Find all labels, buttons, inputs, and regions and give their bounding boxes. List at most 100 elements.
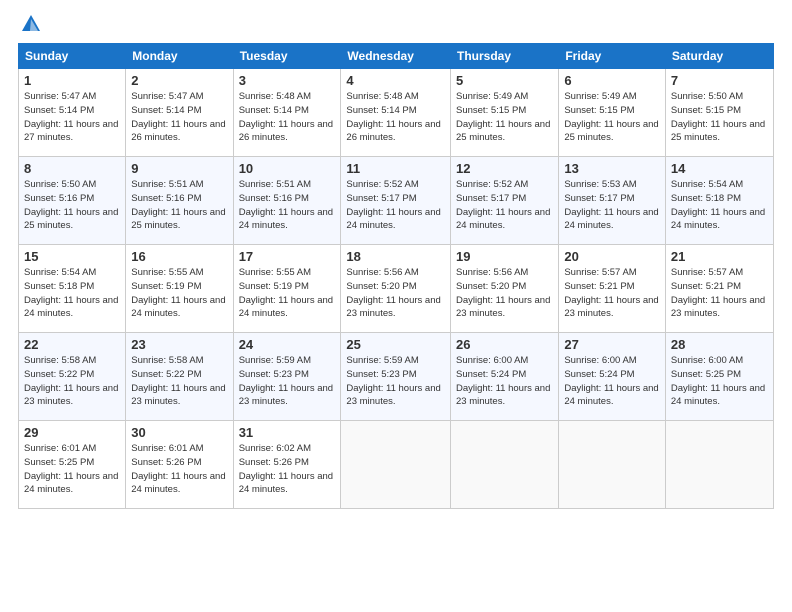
day-number: 8 <box>24 161 120 176</box>
table-row: 29 Sunrise: 6:01 AM Sunset: 5:25 PM Dayli… <box>19 421 126 509</box>
day-number: 5 <box>456 73 553 88</box>
table-row: 24 Sunrise: 5:59 AM Sunset: 5:23 PM Dayli… <box>233 333 341 421</box>
col-thursday: Thursday <box>451 44 559 69</box>
day-number: 26 <box>456 337 553 352</box>
table-row <box>665 421 773 509</box>
day-number: 27 <box>564 337 660 352</box>
day-number: 16 <box>131 249 227 264</box>
day-number: 31 <box>239 425 336 440</box>
day-number: 20 <box>564 249 660 264</box>
table-row <box>451 421 559 509</box>
day-info: Sunrise: 6:02 AM Sunset: 5:26 PM Dayligh… <box>239 442 336 497</box>
table-row: 2Sunrise: 5:47 AM Sunset: 5:14 PM Daylig… <box>126 69 233 157</box>
col-tuesday: Tuesday <box>233 44 341 69</box>
table-row: 1Sunrise: 5:47 AM Sunset: 5:14 PM Daylig… <box>19 69 126 157</box>
day-info: Sunrise: 5:55 AM Sunset: 5:19 PM Dayligh… <box>131 266 227 321</box>
col-monday: Monday <box>126 44 233 69</box>
table-row: 4Sunrise: 5:48 AM Sunset: 5:14 PM Daylig… <box>341 69 451 157</box>
day-number: 3 <box>239 73 336 88</box>
table-row: 9 Sunrise: 5:51 AM Sunset: 5:16 PM Daylig… <box>126 157 233 245</box>
table-row: 21 Sunrise: 5:57 AM Sunset: 5:21 PM Dayli… <box>665 245 773 333</box>
table-row: 5 Sunrise: 5:49 AM Sunset: 5:15 PM Daylig… <box>451 69 559 157</box>
day-number: 15 <box>24 249 120 264</box>
day-info: Sunrise: 5:59 AM Sunset: 5:23 PM Dayligh… <box>239 354 336 409</box>
day-number: 13 <box>564 161 660 176</box>
table-row <box>559 421 666 509</box>
day-number: 14 <box>671 161 768 176</box>
day-info: Sunrise: 5:49 AM Sunset: 5:15 PM Dayligh… <box>456 90 553 145</box>
calendar-week-row: 15 Sunrise: 5:54 AM Sunset: 5:18 PM Dayli… <box>19 245 774 333</box>
table-row <box>341 421 451 509</box>
table-row: 31 Sunrise: 6:02 AM Sunset: 5:26 PM Dayli… <box>233 421 341 509</box>
day-info: Sunrise: 5:53 AM Sunset: 5:17 PM Dayligh… <box>564 178 660 233</box>
day-number: 24 <box>239 337 336 352</box>
table-row: 15 Sunrise: 5:54 AM Sunset: 5:18 PM Dayli… <box>19 245 126 333</box>
day-info: Sunrise: 5:56 AM Sunset: 5:20 PM Dayligh… <box>346 266 445 321</box>
logo <box>18 15 42 35</box>
table-row: 18 Sunrise: 5:56 AM Sunset: 5:20 PM Dayli… <box>341 245 451 333</box>
logo-icon <box>20 13 42 35</box>
day-info: Sunrise: 5:48 AM Sunset: 5:14 PM Dayligh… <box>239 90 336 145</box>
col-friday: Friday <box>559 44 666 69</box>
day-info: Sunrise: 5:54 AM Sunset: 5:18 PM Dayligh… <box>24 266 120 321</box>
table-row: 25 Sunrise: 5:59 AM Sunset: 5:23 PM Dayli… <box>341 333 451 421</box>
table-row: 11 Sunrise: 5:52 AM Sunset: 5:17 PM Dayli… <box>341 157 451 245</box>
day-info: Sunrise: 5:58 AM Sunset: 5:22 PM Dayligh… <box>24 354 120 409</box>
day-number: 22 <box>24 337 120 352</box>
table-row: 20 Sunrise: 5:57 AM Sunset: 5:21 PM Dayli… <box>559 245 666 333</box>
day-info: Sunrise: 5:51 AM Sunset: 5:16 PM Dayligh… <box>239 178 336 233</box>
calendar-week-row: 8 Sunrise: 5:50 AM Sunset: 5:16 PM Daylig… <box>19 157 774 245</box>
day-number: 21 <box>671 249 768 264</box>
table-row: 26 Sunrise: 6:00 AM Sunset: 5:24 PM Dayli… <box>451 333 559 421</box>
table-row: 16 Sunrise: 5:55 AM Sunset: 5:19 PM Dayli… <box>126 245 233 333</box>
day-info: Sunrise: 5:54 AM Sunset: 5:18 PM Dayligh… <box>671 178 768 233</box>
day-info: Sunrise: 5:51 AM Sunset: 5:16 PM Dayligh… <box>131 178 227 233</box>
col-sunday: Sunday <box>19 44 126 69</box>
table-row: 7Sunrise: 5:50 AM Sunset: 5:15 PM Daylig… <box>665 69 773 157</box>
day-info: Sunrise: 5:57 AM Sunset: 5:21 PM Dayligh… <box>564 266 660 321</box>
calendar-week-row: 1 Sunrise: 5:47 AM Sunset: 5:14 PM Daylig… <box>19 69 774 157</box>
day-number: 30 <box>131 425 227 440</box>
table-row: 8 Sunrise: 5:50 AM Sunset: 5:16 PM Daylig… <box>19 157 126 245</box>
day-info: Sunrise: 6:01 AM Sunset: 5:25 PM Dayligh… <box>24 442 120 497</box>
table-row: 27 Sunrise: 6:00 AM Sunset: 5:24 PM Dayli… <box>559 333 666 421</box>
day-number: 9 <box>131 161 227 176</box>
table-row: 6Sunrise: 5:49 AM Sunset: 5:15 PM Daylig… <box>559 69 666 157</box>
day-number: 18 <box>346 249 445 264</box>
table-row: 10 Sunrise: 5:51 AM Sunset: 5:16 PM Dayli… <box>233 157 341 245</box>
day-number: 11 <box>346 161 445 176</box>
day-info: Sunrise: 5:58 AM Sunset: 5:22 PM Dayligh… <box>131 354 227 409</box>
day-info: Sunrise: 5:48 AM Sunset: 5:14 PM Dayligh… <box>346 90 445 145</box>
day-number: 28 <box>671 337 768 352</box>
day-number: 7 <box>671 73 768 88</box>
day-info: Sunrise: 5:55 AM Sunset: 5:19 PM Dayligh… <box>239 266 336 321</box>
calendar-container: Sunday Monday Tuesday Wednesday Thursday… <box>0 0 792 612</box>
table-row: 12 Sunrise: 5:52 AM Sunset: 5:17 PM Dayli… <box>451 157 559 245</box>
table-row: 30Sunrise: 6:01 AM Sunset: 5:26 PM Dayli… <box>126 421 233 509</box>
day-number: 1 <box>24 73 120 88</box>
day-info: Sunrise: 6:00 AM Sunset: 5:24 PM Dayligh… <box>564 354 660 409</box>
day-info: Sunrise: 5:47 AM Sunset: 5:14 PM Dayligh… <box>131 90 227 145</box>
day-info: Sunrise: 5:52 AM Sunset: 5:17 PM Dayligh… <box>456 178 553 233</box>
day-info: Sunrise: 5:50 AM Sunset: 5:16 PM Dayligh… <box>24 178 120 233</box>
day-number: 23 <box>131 337 227 352</box>
table-row: 19 Sunrise: 5:56 AM Sunset: 5:20 PM Dayli… <box>451 245 559 333</box>
calendar-table: Sunday Monday Tuesday Wednesday Thursday… <box>18 43 774 509</box>
day-number: 17 <box>239 249 336 264</box>
day-info: Sunrise: 5:56 AM Sunset: 5:20 PM Dayligh… <box>456 266 553 321</box>
day-number: 19 <box>456 249 553 264</box>
day-info: Sunrise: 5:59 AM Sunset: 5:23 PM Dayligh… <box>346 354 445 409</box>
day-info: Sunrise: 5:52 AM Sunset: 5:17 PM Dayligh… <box>346 178 445 233</box>
day-info: Sunrise: 6:00 AM Sunset: 5:24 PM Dayligh… <box>456 354 553 409</box>
calendar-week-row: 22 Sunrise: 5:58 AM Sunset: 5:22 PM Dayli… <box>19 333 774 421</box>
table-row: 14 Sunrise: 5:54 AM Sunset: 5:18 PM Dayli… <box>665 157 773 245</box>
table-row: 23 Sunrise: 5:58 AM Sunset: 5:22 PM Dayli… <box>126 333 233 421</box>
day-info: Sunrise: 5:57 AM Sunset: 5:21 PM Dayligh… <box>671 266 768 321</box>
day-number: 12 <box>456 161 553 176</box>
day-number: 10 <box>239 161 336 176</box>
table-row: 17 Sunrise: 5:55 AM Sunset: 5:19 PM Dayli… <box>233 245 341 333</box>
table-row: 13 Sunrise: 5:53 AM Sunset: 5:17 PM Dayli… <box>559 157 666 245</box>
day-number: 25 <box>346 337 445 352</box>
day-number: 29 <box>24 425 120 440</box>
table-row: 22 Sunrise: 5:58 AM Sunset: 5:22 PM Dayli… <box>19 333 126 421</box>
